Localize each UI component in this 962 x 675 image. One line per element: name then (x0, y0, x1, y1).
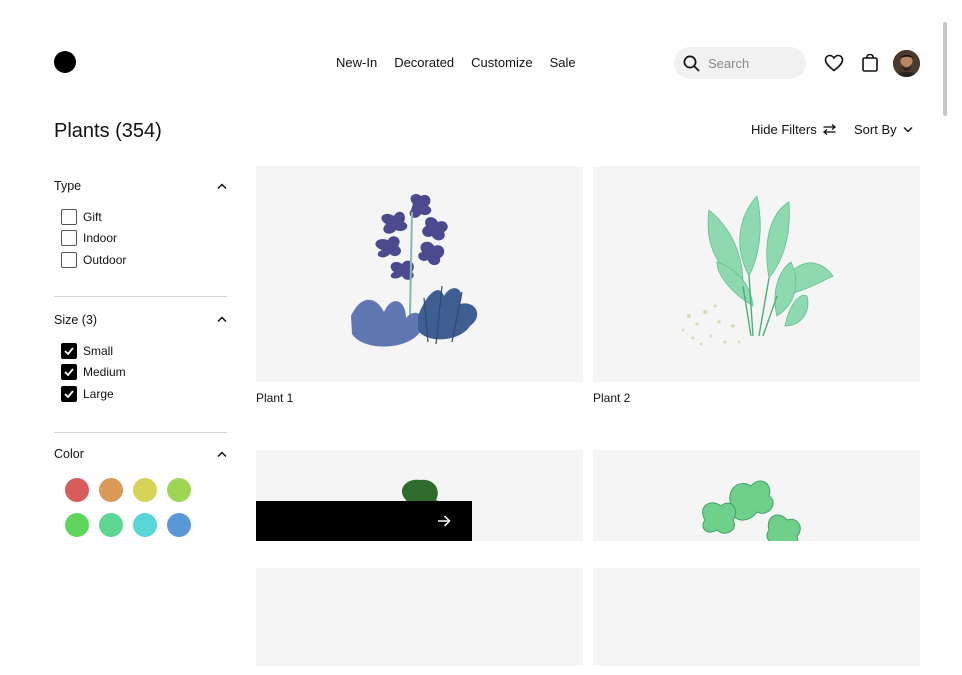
nav-customize[interactable]: Customize (471, 55, 532, 70)
sliders-icon (822, 124, 836, 135)
search-icon (683, 55, 700, 71)
small-checkbox[interactable] (61, 342, 77, 359)
product-name[interactable]: Plant 1 (256, 391, 583, 405)
option-large[interactable]: Large (61, 383, 227, 405)
color-swatch[interactable] (167, 478, 191, 502)
color-swatch[interactable] (99, 513, 123, 537)
sort-by-label: Sort By (854, 122, 897, 137)
filter-color-header[interactable]: Color (54, 434, 227, 474)
color-swatch[interactable] (65, 513, 89, 537)
filters-sidebar: Type Gift Indoor Outdoor Size (3) Small … (54, 166, 227, 537)
floating-action-bar[interactable] (256, 501, 472, 541)
color-swatches (54, 474, 227, 537)
bag-button[interactable] (859, 52, 881, 74)
product-name[interactable]: Plant 2 (593, 391, 920, 405)
option-gift[interactable]: Gift (61, 206, 227, 228)
option-label: Indoor (83, 231, 118, 246)
gift-checkbox[interactable] (61, 208, 77, 225)
indoor-checkbox[interactable] (61, 230, 77, 247)
color-swatch[interactable] (99, 478, 123, 502)
medium-checkbox[interactable] (61, 364, 77, 381)
color-swatch[interactable] (65, 478, 89, 502)
color-swatch[interactable] (133, 513, 157, 537)
wishlist-button[interactable] (823, 52, 845, 74)
option-label: Gift (83, 209, 102, 224)
filter-type-label: Type (54, 179, 82, 193)
option-small[interactable]: Small (61, 340, 227, 362)
chevron-down-icon (903, 127, 913, 133)
chevron-up-icon (217, 316, 227, 323)
search-box[interactable] (674, 47, 806, 79)
heart-icon (824, 54, 844, 72)
product-card[interactable]: Plant 1 (256, 166, 583, 405)
color-swatch[interactable] (167, 513, 191, 537)
brand-logo[interactable] (54, 51, 76, 73)
color-swatch[interactable] (133, 478, 157, 502)
nav-new-in[interactable]: New-In (336, 55, 377, 70)
sort-by-dropdown[interactable]: Sort By (854, 122, 913, 137)
filter-type: Type Gift Indoor Outdoor (54, 166, 227, 297)
option-label: Small (83, 343, 114, 358)
option-medium[interactable]: Medium (61, 362, 227, 384)
filter-size: Size (3) Small Medium Large (54, 299, 227, 433)
hide-filters-button[interactable]: Hide Filters (751, 122, 836, 137)
checkmark-icon (64, 390, 74, 398)
outdoor-checkbox[interactable] (61, 251, 77, 268)
filter-color: Color (54, 434, 227, 537)
hide-filters-label: Hide Filters (751, 122, 817, 137)
product-image[interactable] (256, 166, 583, 382)
chevron-up-icon (217, 182, 227, 189)
nav-decorated[interactable]: Decorated (394, 55, 454, 70)
page-title: Plants (354) (54, 120, 162, 142)
product-card[interactable]: Plant 2 (593, 166, 920, 405)
checkmark-icon (64, 368, 74, 377)
page-scrollbar[interactable] (943, 22, 947, 116)
option-label: Outdoor (83, 252, 127, 267)
search-input[interactable] (706, 54, 800, 72)
shopping-bag-icon (862, 53, 878, 72)
chevron-up-icon (217, 450, 227, 457)
nav-sale[interactable]: Sale (550, 55, 576, 70)
option-label: Large (83, 386, 114, 401)
product-image[interactable] (593, 166, 920, 382)
large-checkbox[interactable] (61, 385, 77, 402)
filter-color-label: Color (54, 447, 84, 461)
filter-size-label: Size (3) (54, 312, 98, 327)
option-indoor[interactable]: Indoor (61, 228, 227, 250)
checkmark-icon (64, 347, 74, 355)
arrow-right-icon (438, 515, 451, 527)
option-label: Medium (83, 365, 126, 380)
option-outdoor[interactable]: Outdoor (61, 249, 227, 271)
filter-size-header[interactable]: Size (3) (54, 299, 227, 340)
user-avatar[interactable] (893, 50, 920, 77)
filter-type-header[interactable]: Type (54, 166, 227, 206)
main-nav: New-In Decorated Customize Sale (336, 55, 576, 70)
viewport-fold (0, 541, 962, 568)
